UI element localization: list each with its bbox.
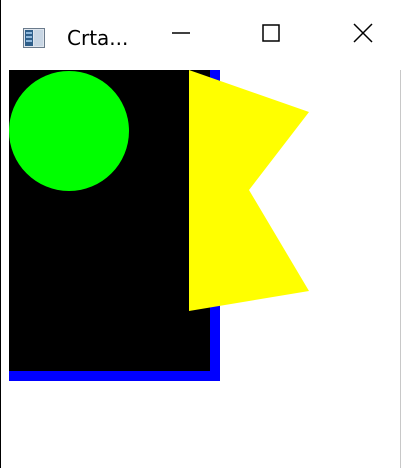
maximize-button[interactable] [239, 0, 303, 70]
drawing-canvas [9, 70, 309, 381]
maximize-icon [261, 23, 281, 47]
green-circle [9, 71, 129, 191]
window-title: Crta... [67, 26, 129, 50]
app-window-icon [23, 28, 45, 48]
app-window: Crta... [0, 0, 401, 468]
yellow-flag-shape [189, 70, 309, 311]
close-button[interactable] [331, 0, 395, 70]
minimize-button[interactable] [149, 0, 213, 70]
close-icon [353, 23, 373, 47]
minimize-icon [171, 23, 191, 47]
client-area [9, 70, 401, 468]
title-bar[interactable]: Crta... [1, 0, 401, 70]
